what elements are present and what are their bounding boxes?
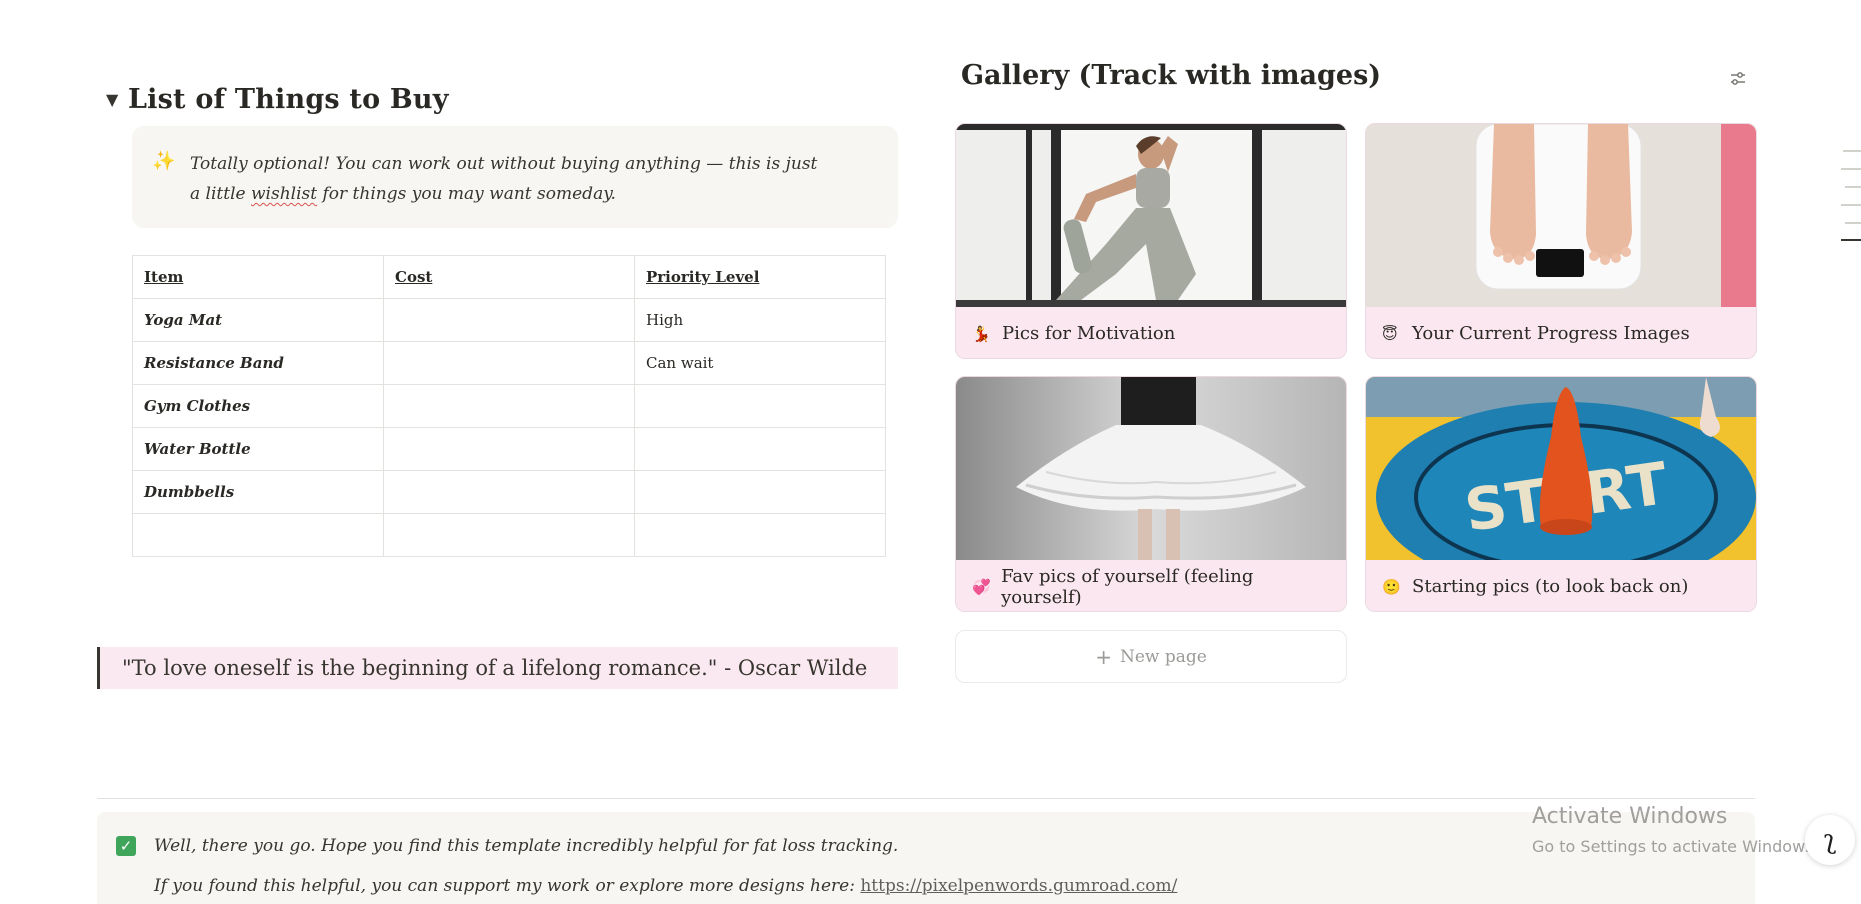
table-cell-priority[interactable]: High: [634, 298, 886, 342]
table-cell-cost[interactable]: [383, 470, 635, 514]
outline-marker[interactable]: [1841, 204, 1861, 206]
table-cell-cost[interactable]: [383, 513, 635, 557]
table-cell-item[interactable]: Gym Clothes: [132, 384, 384, 428]
header-cost[interactable]: Cost: [383, 255, 635, 299]
card-title: Fav pics of yourself (feeling yourself): [1001, 565, 1254, 608]
table-cell-cost[interactable]: [383, 427, 635, 471]
table-cell-priority[interactable]: [634, 513, 886, 557]
smiling-halo-icon: 😇: [1382, 324, 1398, 343]
table-cell-item[interactable]: Yoga Mat: [132, 298, 384, 342]
buy-list-table: Item Cost Priority Level Yoga Mat High R…: [132, 255, 886, 557]
callout-text[interactable]: Totally optional! You can work out witho…: [190, 149, 830, 228]
watermark-subtitle: Go to Settings to activate Windows.: [1532, 837, 1819, 856]
table-cell-priority[interactable]: [634, 384, 886, 428]
card-caption[interactable]: 💞 Fav pics of yourself (feeling yourself…: [956, 560, 1346, 611]
revolving-hearts-icon: 💞: [972, 577, 991, 596]
buy-list-toggle-heading[interactable]: ▼ List of Things to Buy: [106, 84, 449, 115]
card-title: Starting pics (to look back on): [1412, 576, 1689, 597]
plus-icon: +: [1095, 644, 1112, 669]
gallery-card-fav-pics[interactable]: 💞 Fav pics of yourself (feeling yourself…: [955, 376, 1347, 612]
gallery-card-progress[interactable]: 😇 Your Current Progress Images: [1365, 123, 1757, 359]
card-caption[interactable]: 🙂 Starting pics (to look back on): [1366, 560, 1756, 611]
closing-line-1[interactable]: Well, there you go. Hope you find this t…: [154, 836, 898, 856]
table-cell-cost[interactable]: [383, 341, 635, 385]
notion-ai-face-icon: ʅ: [1823, 825, 1837, 855]
table-cell-item[interactable]: [132, 513, 384, 557]
header-priority-level[interactable]: Priority Level: [634, 255, 886, 299]
table-row: [132, 513, 886, 557]
table-cell-cost[interactable]: [383, 298, 635, 342]
table-cell-cost[interactable]: [383, 384, 635, 428]
card-title: Pics for Motivation: [1002, 323, 1176, 344]
notion-ai-button[interactable]: ʅ: [1805, 815, 1855, 865]
new-page-button[interactable]: + New page: [955, 630, 1347, 683]
yoga-pose-image: [956, 124, 1346, 307]
outline-marker[interactable]: [1845, 222, 1861, 224]
table-cell-item[interactable]: Water Bottle: [132, 427, 384, 471]
table-row: Yoga Mat High: [132, 298, 886, 342]
gumroad-link[interactable]: https://pixelpenwords.gumroad.com/: [860, 876, 1177, 896]
card-caption[interactable]: 😇 Your Current Progress Images: [1366, 307, 1756, 358]
outline-marker[interactable]: [1843, 150, 1861, 152]
table-cell-item[interactable]: Dumbbells: [132, 470, 384, 514]
slight-smile-icon: 🙂: [1382, 577, 1401, 596]
buy-list-heading: List of Things to Buy: [128, 84, 449, 115]
optional-callout: ✨ Totally optional! You can work out wit…: [132, 126, 898, 228]
activate-windows-watermark: Activate Windows Go to Settings to activ…: [1532, 804, 1819, 856]
oscar-wilde-quote[interactable]: "To love oneself is the beginning of a l…: [97, 647, 898, 689]
ballet-tutu-image: [956, 377, 1346, 560]
table-cell-priority[interactable]: [634, 427, 886, 471]
bathroom-scale-image: [1366, 124, 1756, 307]
toggle-triangle-icon[interactable]: ▼: [106, 90, 128, 109]
table-cell-priority[interactable]: [634, 470, 886, 514]
gallery-card-starting-pics[interactable]: START 🙂 Starting pics (to look back on): [1365, 376, 1757, 612]
check-mark-icon: ✓: [116, 836, 136, 856]
table-cell-priority[interactable]: Can wait: [634, 341, 886, 385]
table-row: Dumbbells: [132, 470, 886, 514]
closing-callout: ✓ Well, there you go. Hope you find this…: [97, 812, 1755, 904]
sparkles-icon: ✨: [152, 150, 176, 172]
table-row: Water Bottle: [132, 427, 886, 471]
start-board-game-image: START: [1366, 377, 1756, 560]
spellcheck-word: wishlist: [250, 184, 318, 204]
table-row: Gym Clothes: [132, 384, 886, 428]
divider: [97, 798, 1755, 799]
new-page-label: New page: [1119, 646, 1207, 667]
watermark-title: Activate Windows: [1532, 804, 1728, 829]
table-row: Resistance Band Can wait: [132, 341, 886, 385]
outline-marker[interactable]: [1841, 168, 1861, 170]
view-settings-icon[interactable]: [1728, 69, 1748, 89]
outline-marker[interactable]: [1845, 186, 1861, 188]
card-title: Your Current Progress Images: [1412, 323, 1690, 344]
card-caption[interactable]: 💃 Pics for Motivation: [956, 307, 1346, 358]
header-item[interactable]: Item: [132, 255, 384, 299]
outline-marker-active[interactable]: [1841, 239, 1861, 241]
gallery-title: Gallery (Track with images): [961, 60, 1382, 91]
gallery-card-motivation[interactable]: 💃 Pics for Motivation: [955, 123, 1347, 359]
dancer-icon: 💃: [972, 324, 991, 343]
table-cell-item[interactable]: Resistance Band: [132, 341, 384, 385]
closing-line-2[interactable]: If you found this helpful, you can suppo…: [154, 876, 1177, 896]
